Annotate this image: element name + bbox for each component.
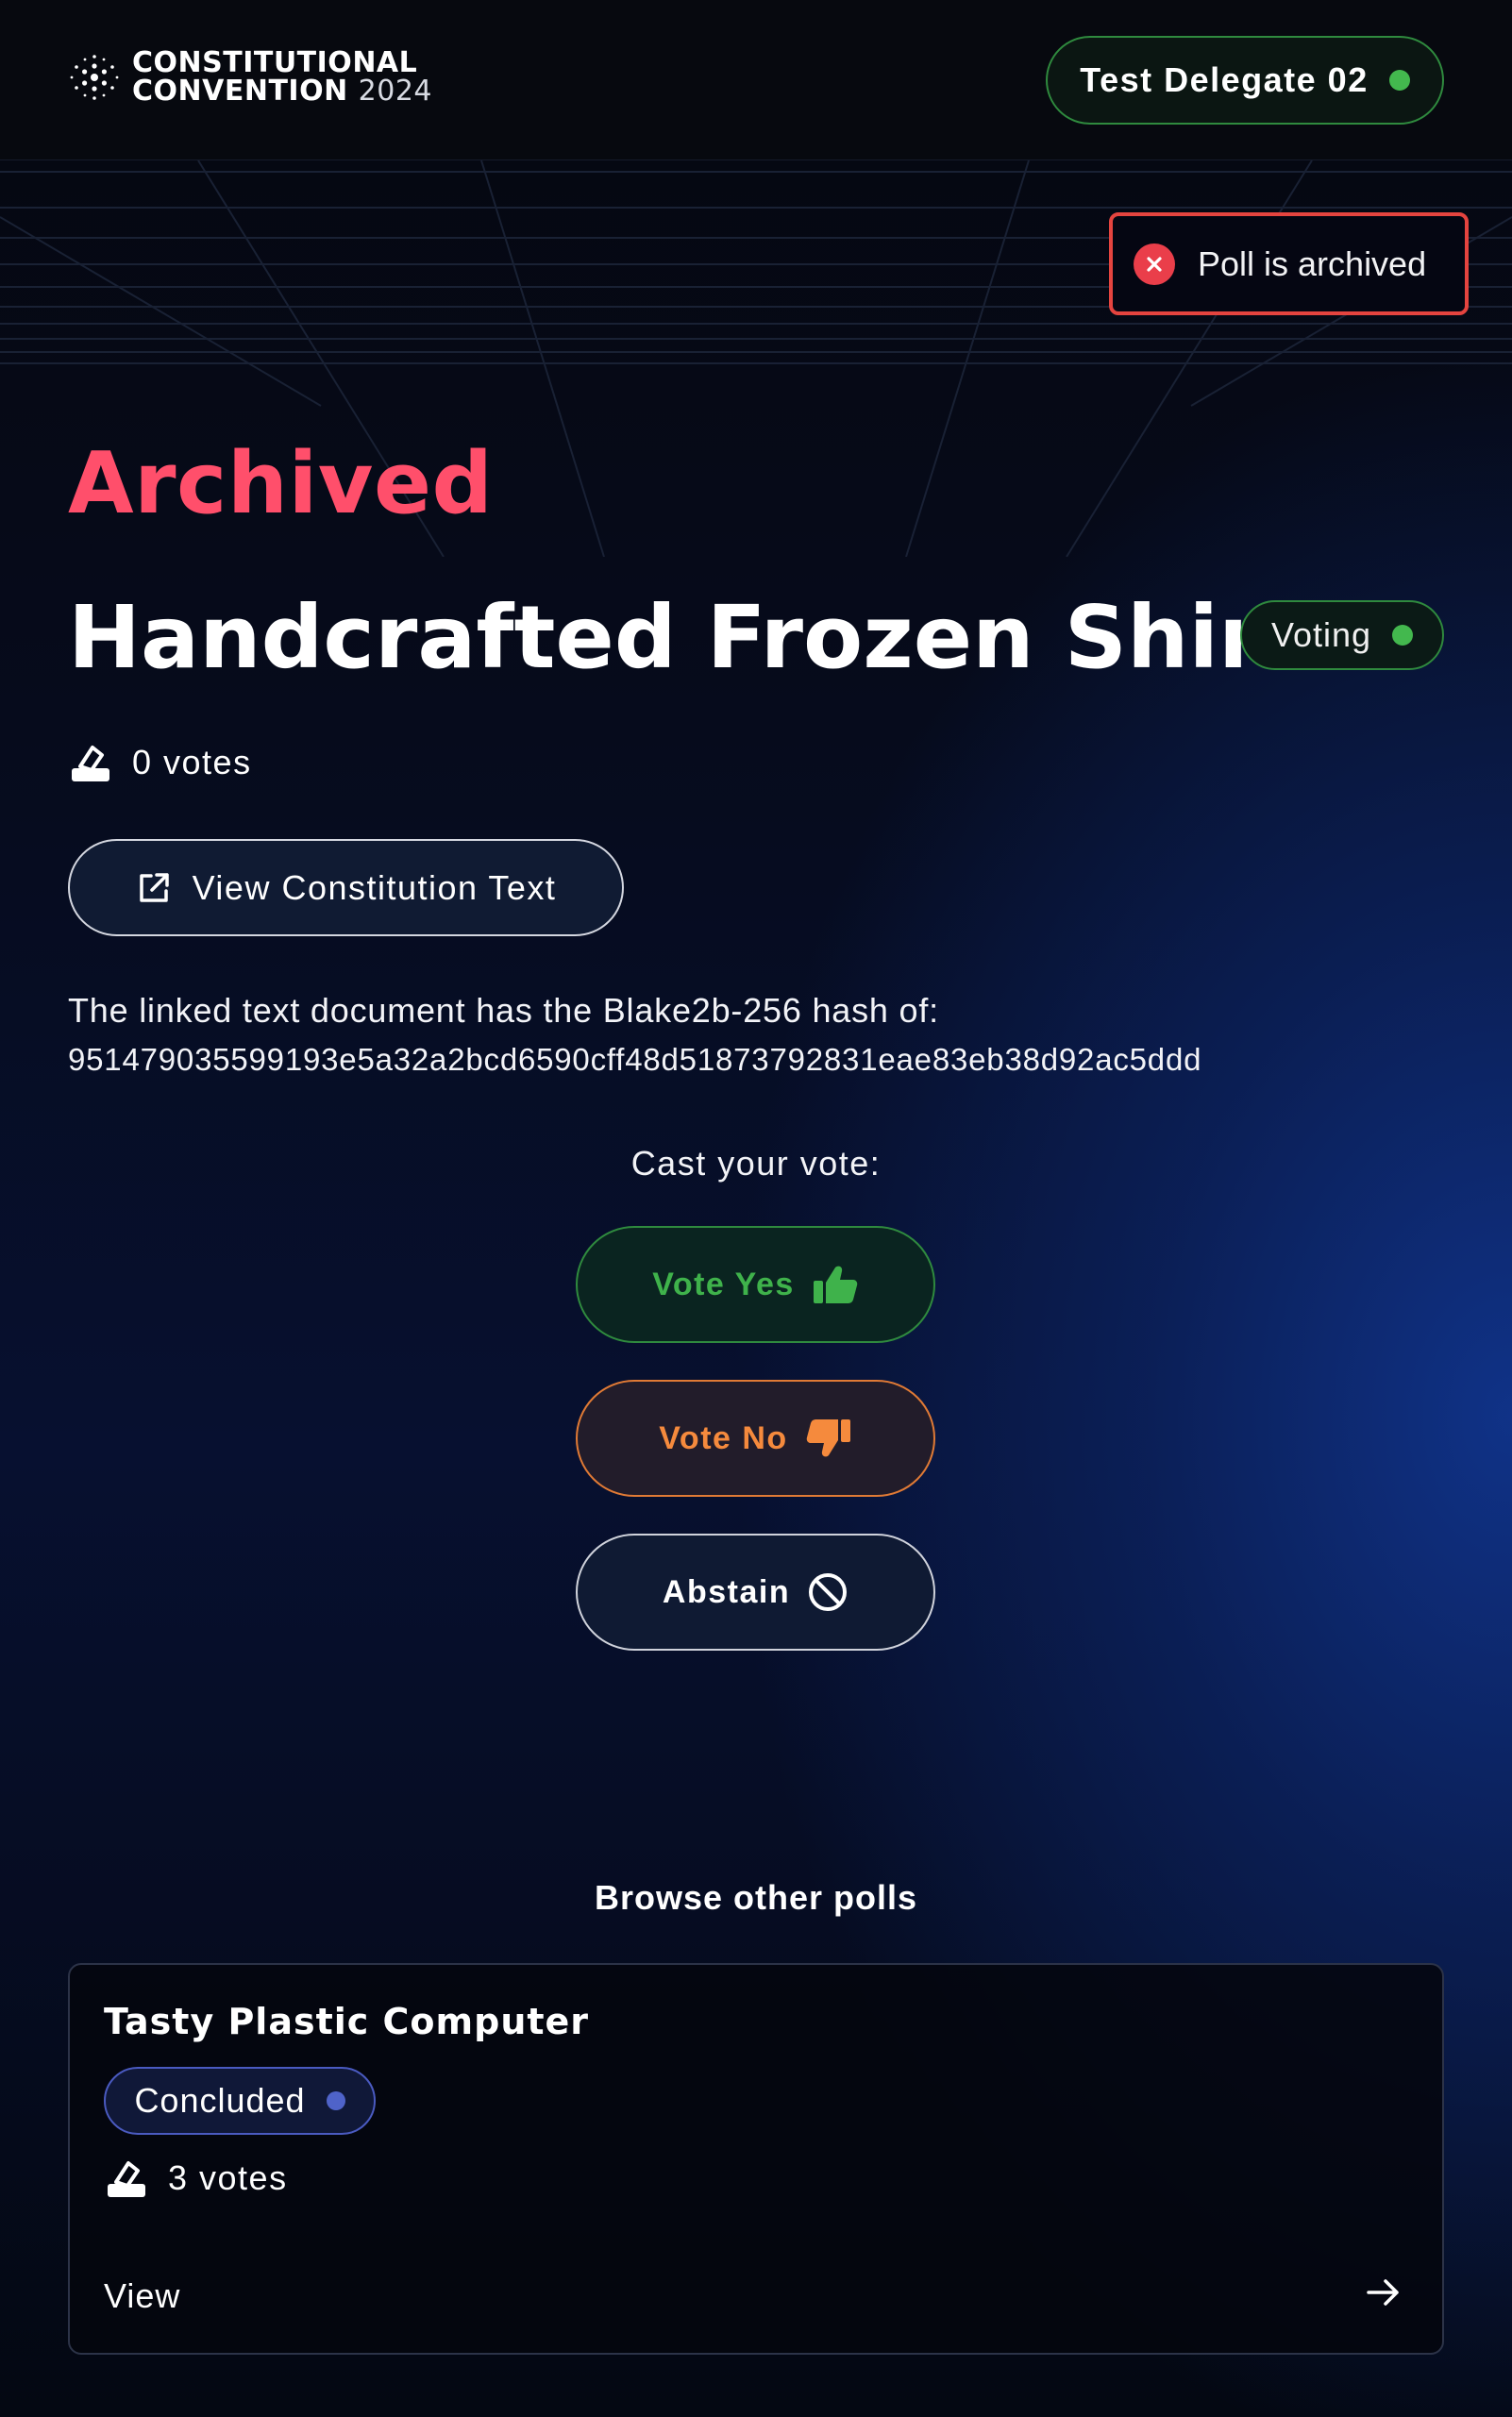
vote-yes-label: Vote Yes bbox=[652, 1266, 795, 1302]
poll-card[interactable]: Tasty Plastic Computer Concluded 3 votes… bbox=[68, 1963, 1444, 2355]
view-constitution-text-button[interactable]: View Constitution Text bbox=[68, 839, 624, 936]
ballot-box-icon bbox=[72, 746, 109, 781]
logo-year: 2024 bbox=[358, 75, 432, 108]
thumbs-up-icon bbox=[813, 1266, 858, 1303]
poll-status-badge: Voting bbox=[1240, 600, 1444, 670]
thumbs-down-icon bbox=[806, 1419, 850, 1457]
archived-toast: Poll is archived bbox=[1109, 212, 1469, 315]
browse-polls-heading: Browse other polls bbox=[594, 1878, 918, 1917]
badge-status-dot bbox=[1392, 625, 1414, 646]
prohibited-icon bbox=[809, 1573, 848, 1611]
view-constitution-label: View Constitution Text bbox=[192, 867, 557, 907]
abstain-label: Abstain bbox=[662, 1573, 791, 1610]
poll-status-heading: Archived bbox=[68, 434, 494, 533]
external-link-icon bbox=[139, 872, 169, 902]
delegate-account-button[interactable]: Test Delegate 02 bbox=[1046, 36, 1444, 125]
toast-message: Poll is archived bbox=[1198, 243, 1427, 283]
poll-title: Handcrafted Frozen Shirt bbox=[68, 587, 1303, 688]
poll-card-status-badge: Concluded bbox=[104, 2067, 376, 2135]
top-header: CONSTITUTIONAL CONVENTION 2024 Test Dele… bbox=[0, 0, 1512, 160]
logo-convention: CONVENTION bbox=[132, 75, 348, 108]
abstain-button[interactable]: Abstain bbox=[576, 1534, 935, 1651]
votes-count: 0 votes bbox=[132, 743, 252, 781]
ballot-box-icon bbox=[108, 2161, 145, 2197]
hash-label: The linked text document has the Blake2b… bbox=[68, 991, 939, 1030]
vote-yes-button[interactable]: Vote Yes bbox=[576, 1226, 935, 1343]
vote-no-label: Vote No bbox=[659, 1419, 788, 1456]
logo-line-2: CONVENTION 2024 bbox=[132, 77, 432, 106]
poll-votes: 0 votes bbox=[70, 736, 252, 789]
poll-card-badge-label: Concluded bbox=[134, 2081, 306, 2120]
poll-card-votes-count: 3 votes bbox=[168, 2158, 288, 2197]
arrow-right-icon[interactable] bbox=[1363, 2272, 1404, 2313]
connected-status-dot bbox=[1388, 70, 1410, 91]
poll-card-view-link[interactable]: View bbox=[104, 2276, 180, 2316]
poll-card-votes: 3 votes bbox=[106, 2152, 288, 2205]
logo-text: CONSTITUTIONAL CONVENTION 2024 bbox=[132, 49, 432, 106]
cardano-logo-icon bbox=[70, 55, 119, 100]
vote-no-button[interactable]: Vote No bbox=[576, 1380, 935, 1497]
hash-value: 951479035599193e5a32a2bcd6590cff48d51873… bbox=[68, 1042, 1202, 1077]
concluded-status-dot bbox=[326, 2091, 345, 2110]
error-x-icon bbox=[1134, 243, 1175, 285]
logo-line-1: CONSTITUTIONAL bbox=[132, 46, 418, 79]
poll-card-title: Tasty Plastic Computer bbox=[104, 2001, 590, 2042]
delegate-label: Test Delegate 02 bbox=[1080, 60, 1369, 99]
badge-label: Voting bbox=[1270, 615, 1372, 654]
logo[interactable]: CONSTITUTIONAL CONVENTION 2024 bbox=[68, 49, 432, 106]
cast-vote-label: Cast your vote: bbox=[630, 1144, 882, 1183]
